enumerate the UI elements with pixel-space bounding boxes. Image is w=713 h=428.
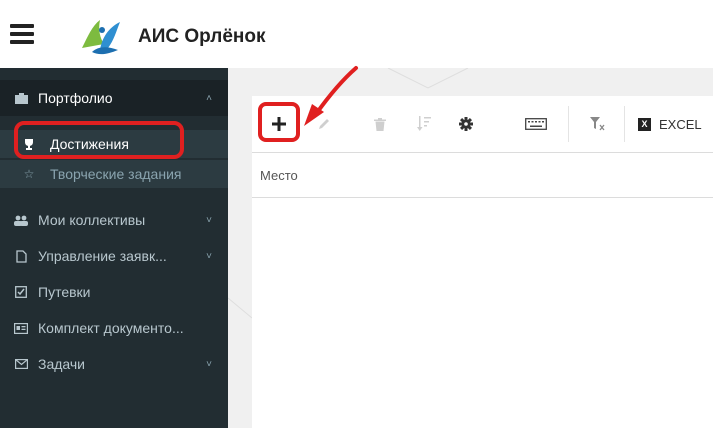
sidebar-item-documents[interactable]: Комплект документо...: [0, 310, 228, 346]
sidebar-item-my-groups[interactable]: Мои коллективы ˅: [0, 202, 228, 238]
app-title: АИС Орлёнок: [138, 26, 266, 47]
hamburger-menu-icon[interactable]: [10, 24, 34, 44]
top-header: АИС Орлёнок: [0, 0, 713, 68]
clear-filter-button[interactable]: [580, 106, 616, 142]
sidebar-item-label: Портфолио: [38, 90, 113, 106]
star-icon: ☆: [23, 167, 35, 181]
sort-icon: [417, 116, 431, 131]
file-icon: [14, 249, 28, 263]
chevron-down-icon: ˅: [206, 358, 212, 370]
sidebar-subitem-label: Творческие задания: [50, 166, 182, 182]
sidebar-item-portfolio[interactable]: Портфолио ˄: [0, 80, 228, 116]
orlyonok-logo-icon: [82, 20, 120, 55]
highlight-box: [14, 121, 184, 159]
sidebar-subitem-creative-tasks[interactable]: ☆ Творческие задания: [0, 160, 228, 188]
chevron-down-icon: ˅: [206, 250, 212, 262]
table-header: Место: [252, 153, 713, 198]
briefcase-icon: [14, 92, 28, 104]
gear-icon: [459, 117, 473, 131]
toolbar-divider: [568, 106, 569, 142]
checkbox-icon: [14, 286, 28, 298]
excel-icon: X: [638, 117, 651, 131]
sidebar-item-label: Управление заявк...: [38, 248, 167, 264]
excel-export-button[interactable]: X EXCEL: [638, 106, 702, 142]
users-icon: [14, 215, 28, 226]
trash-icon: [374, 117, 386, 131]
sidebar-item-vouchers[interactable]: Путевки: [0, 274, 228, 310]
sidebar-item-label: Мои коллективы: [38, 212, 146, 228]
column-header-place[interactable]: Место: [260, 168, 298, 183]
sort-button[interactable]: [406, 106, 442, 142]
envelope-icon: [14, 359, 28, 369]
keyboard-icon: [525, 118, 547, 130]
sidebar-item-applications[interactable]: Управление заявк... ˅: [0, 238, 228, 274]
toolbar-divider: [624, 106, 625, 142]
keyboard-button[interactable]: [518, 106, 554, 142]
chevron-up-icon: ˄: [206, 92, 212, 104]
filter-clear-icon: [590, 117, 605, 131]
excel-label: EXCEL: [659, 116, 702, 132]
data-grid-panel: X EXCEL Место: [252, 96, 713, 428]
chevron-down-icon: ˅: [206, 214, 212, 226]
sidebar-item-tasks[interactable]: Задачи ˅: [0, 346, 228, 382]
sidebar-item-label: Задачи: [38, 356, 86, 372]
settings-button[interactable]: [448, 106, 484, 142]
annotation-arrow: [304, 66, 358, 126]
sidebar: Портфолио ˄ Достижения ☆ Творческие зада…: [0, 68, 228, 428]
id-card-icon: [14, 322, 28, 334]
sidebar-item-label: Путевки: [38, 284, 91, 300]
sidebar-item-label: Комплект документо...: [38, 320, 184, 336]
